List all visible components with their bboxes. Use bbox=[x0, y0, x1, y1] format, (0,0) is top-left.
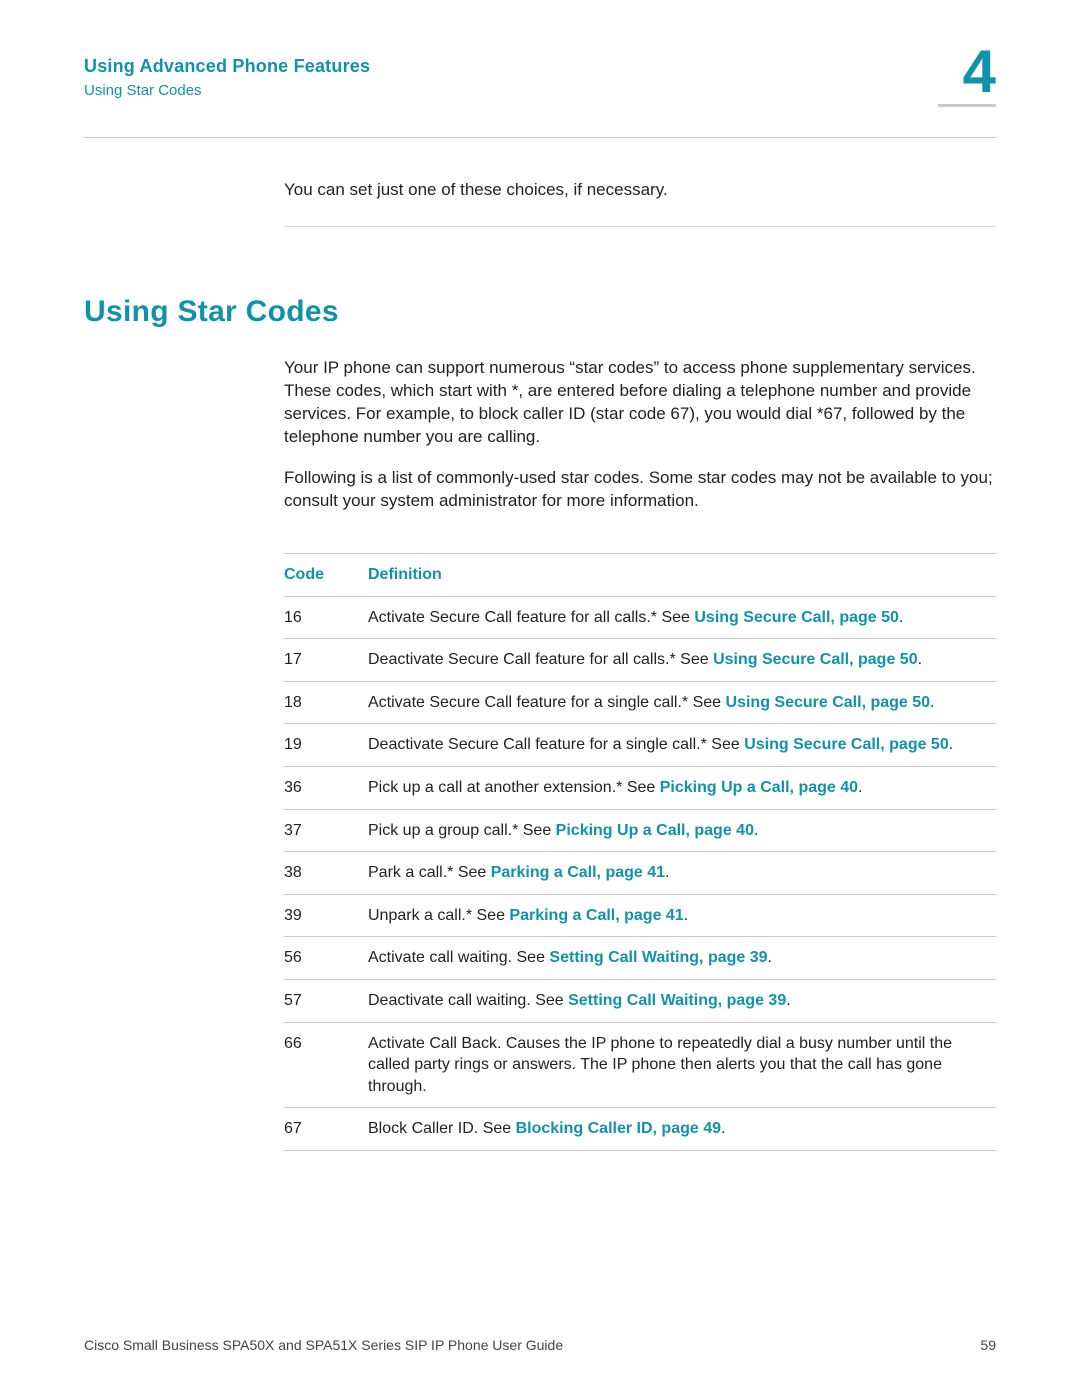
cell-code: 36 bbox=[284, 767, 368, 810]
definition-text: Activate call waiting. See bbox=[368, 949, 549, 966]
cross-reference-link[interactable]: Using Secure Call, page 50 bbox=[713, 651, 918, 668]
definition-text: Block Caller ID. See bbox=[368, 1120, 516, 1137]
table-row: 38Park a call.* See Parking a Call, page… bbox=[284, 852, 996, 895]
paragraph: Your IP phone can support numerous “star… bbox=[284, 357, 996, 449]
section-heading: Using Star Codes bbox=[84, 295, 996, 329]
cell-code: 67 bbox=[284, 1108, 368, 1151]
cross-reference-link[interactable]: Using Secure Call, page 50 bbox=[726, 694, 931, 711]
cell-code: 39 bbox=[284, 894, 368, 937]
definition-suffix: . bbox=[918, 651, 922, 668]
definition-text: Activate Call Back. Causes the IP phone … bbox=[368, 1035, 952, 1095]
definition-text: Unpark a call.* See bbox=[368, 907, 509, 924]
cell-definition: Activate Secure Call feature for all cal… bbox=[368, 596, 996, 639]
cell-code: 66 bbox=[284, 1022, 368, 1108]
cell-definition: Pick up a group call.* See Picking Up a … bbox=[368, 809, 996, 852]
cross-reference-link[interactable]: Setting Call Waiting, page 39 bbox=[549, 949, 767, 966]
cross-reference-link[interactable]: Setting Call Waiting, page 39 bbox=[568, 992, 786, 1009]
page-footer: Cisco Small Business SPA50X and SPA51X S… bbox=[84, 1337, 996, 1353]
definition-text: Activate Secure Call feature for all cal… bbox=[368, 609, 694, 626]
definition-suffix: . bbox=[768, 949, 772, 966]
cell-definition: Deactivate Secure Call feature for all c… bbox=[368, 639, 996, 682]
definition-text: Pick up a group call.* See bbox=[368, 822, 556, 839]
cell-code: 19 bbox=[284, 724, 368, 767]
cell-definition: Deactivate Secure Call feature for a sin… bbox=[368, 724, 996, 767]
chapter-number-block: 4 bbox=[938, 42, 996, 107]
definition-suffix: . bbox=[858, 779, 862, 796]
definition-text: Deactivate Secure Call feature for all c… bbox=[368, 651, 713, 668]
cell-code: 16 bbox=[284, 596, 368, 639]
table-row: 57Deactivate call waiting. See Setting C… bbox=[284, 979, 996, 1022]
cell-definition: Deactivate call waiting. See Setting Cal… bbox=[368, 979, 996, 1022]
table-row: 67Block Caller ID. See Blocking Caller I… bbox=[284, 1108, 996, 1151]
cell-code: 18 bbox=[284, 681, 368, 724]
definition-suffix: . bbox=[899, 609, 903, 626]
definition-text: Activate Secure Call feature for a singl… bbox=[368, 694, 726, 711]
table-row: 18Activate Secure Call feature for a sin… bbox=[284, 681, 996, 724]
table-row: 36Pick up a call at another extension.* … bbox=[284, 767, 996, 810]
cell-code: 37 bbox=[284, 809, 368, 852]
cell-definition: Activate call waiting. See Setting Call … bbox=[368, 937, 996, 980]
cross-reference-link[interactable]: Parking a Call, page 41 bbox=[491, 864, 665, 881]
definition-suffix: . bbox=[754, 822, 758, 839]
cell-definition: Block Caller ID. See Blocking Caller ID,… bbox=[368, 1108, 996, 1151]
cross-reference-link[interactable]: Picking Up a Call, page 40 bbox=[556, 822, 754, 839]
definition-suffix: . bbox=[665, 864, 669, 881]
cross-reference-link[interactable]: Picking Up a Call, page 40 bbox=[660, 779, 858, 796]
cell-code: 17 bbox=[284, 639, 368, 682]
table-row: 37Pick up a group call.* See Picking Up … bbox=[284, 809, 996, 852]
cell-code: 56 bbox=[284, 937, 368, 980]
table-row: 56Activate call waiting. See Setting Cal… bbox=[284, 937, 996, 980]
section-body: Your IP phone can support numerous “star… bbox=[84, 357, 996, 1151]
footer-title: Cisco Small Business SPA50X and SPA51X S… bbox=[84, 1337, 563, 1353]
intro-block: You can set just one of these choices, i… bbox=[84, 180, 996, 227]
cell-code: 38 bbox=[284, 852, 368, 895]
paragraph: Following is a list of commonly-used sta… bbox=[284, 467, 996, 513]
table-row: 19Deactivate Secure Call feature for a s… bbox=[284, 724, 996, 767]
definition-text: Deactivate Secure Call feature for a sin… bbox=[368, 736, 744, 753]
cross-reference-link[interactable]: Using Secure Call, page 50 bbox=[694, 609, 899, 626]
definition-text: Deactivate call waiting. See bbox=[368, 992, 568, 1009]
table-row: 66Activate Call Back. Causes the IP phon… bbox=[284, 1022, 996, 1108]
cell-definition: Activate Secure Call feature for a singl… bbox=[368, 681, 996, 724]
table-row: 17Deactivate Secure Call feature for all… bbox=[284, 639, 996, 682]
table-row: 16Activate Secure Call feature for all c… bbox=[284, 596, 996, 639]
chapter-number: 4 bbox=[938, 42, 996, 102]
cross-reference-link[interactable]: Parking a Call, page 41 bbox=[509, 907, 683, 924]
definition-suffix: . bbox=[721, 1120, 725, 1137]
definition-suffix: . bbox=[786, 992, 790, 1009]
col-header-definition: Definition bbox=[368, 553, 996, 596]
cell-definition: Activate Call Back. Causes the IP phone … bbox=[368, 1022, 996, 1108]
definition-suffix: . bbox=[949, 736, 953, 753]
header-divider bbox=[84, 137, 996, 138]
page-header: Using Advanced Phone Features Using Star… bbox=[84, 56, 996, 138]
intro-divider bbox=[284, 226, 996, 227]
definition-text: Pick up a call at another extension.* Se… bbox=[368, 779, 660, 796]
cell-definition: Pick up a call at another extension.* Se… bbox=[368, 767, 996, 810]
definition-suffix: . bbox=[930, 694, 934, 711]
cell-definition: Park a call.* See Parking a Call, page 4… bbox=[368, 852, 996, 895]
footer-page-number: 59 bbox=[980, 1337, 996, 1353]
chapter-title: Using Advanced Phone Features bbox=[84, 56, 996, 77]
table-row: 39Unpark a call.* See Parking a Call, pa… bbox=[284, 894, 996, 937]
cell-code: 57 bbox=[284, 979, 368, 1022]
definition-text: Park a call.* See bbox=[368, 864, 491, 881]
cell-definition: Unpark a call.* See Parking a Call, page… bbox=[368, 894, 996, 937]
breadcrumb: Using Star Codes bbox=[84, 82, 996, 99]
cross-reference-link[interactable]: Using Secure Call, page 50 bbox=[744, 736, 949, 753]
star-codes-table: Code Definition 16Activate Secure Call f… bbox=[284, 553, 996, 1151]
cross-reference-link[interactable]: Blocking Caller ID, page 49 bbox=[516, 1120, 721, 1137]
page: Using Advanced Phone Features Using Star… bbox=[0, 0, 1080, 1397]
intro-text: You can set just one of these choices, i… bbox=[284, 180, 996, 200]
col-header-code: Code bbox=[284, 553, 368, 596]
definition-suffix: . bbox=[684, 907, 688, 924]
